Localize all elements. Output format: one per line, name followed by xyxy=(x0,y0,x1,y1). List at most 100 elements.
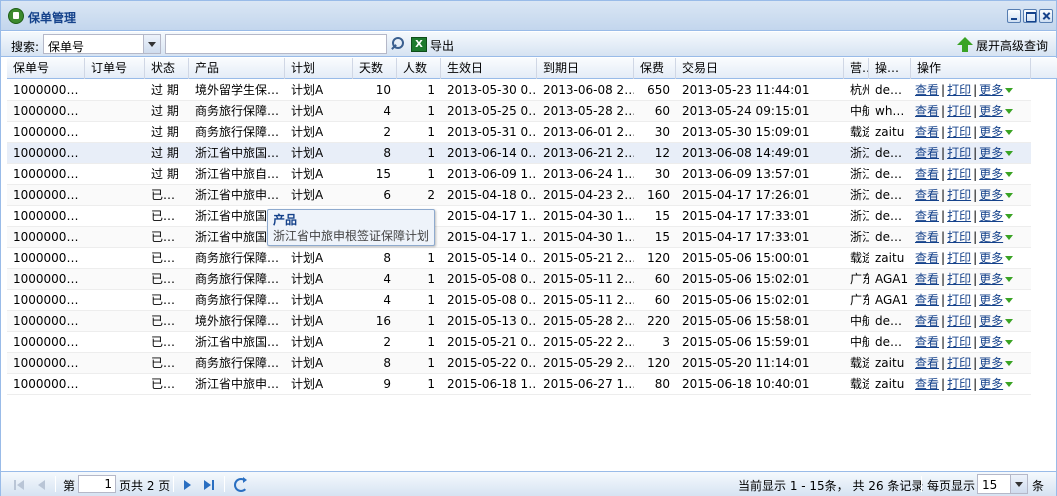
caret-down-icon[interactable] xyxy=(1005,340,1014,345)
caret-down-icon[interactable] xyxy=(1005,172,1014,177)
col-trade-date-header[interactable]: 交易日 xyxy=(676,58,844,79)
more-link[interactable]: 更多 xyxy=(979,314,1003,328)
more-link[interactable]: 更多 xyxy=(979,356,1003,370)
view-link[interactable]: 查看 xyxy=(915,335,939,349)
caret-down-icon[interactable] xyxy=(1005,88,1014,93)
chevron-down-icon[interactable] xyxy=(143,35,160,53)
caret-down-icon[interactable] xyxy=(1005,382,1014,387)
search-field-select[interactable]: 保单号 xyxy=(43,34,161,54)
print-link[interactable]: 打印 xyxy=(947,377,971,391)
table-row[interactable]: 1000000… 过 期 浙江省中旅自… 计划A 15 1 2013-06-09 1… 201… xyxy=(7,164,1031,185)
col-order-no-header[interactable]: 订单号 xyxy=(85,58,145,79)
more-link[interactable]: 更多 xyxy=(979,230,1003,244)
col-fee-header[interactable]: 保费 xyxy=(634,58,676,79)
view-link[interactable]: 查看 xyxy=(915,251,939,265)
print-link[interactable]: 打印 xyxy=(947,167,971,181)
more-link[interactable]: 更多 xyxy=(979,293,1003,307)
table-row[interactable]: 1000000… 过 期 商务旅行保障… 计划A 2 1 2013-05-31 0… 2013… xyxy=(7,122,1031,143)
caret-down-icon[interactable] xyxy=(1005,214,1014,219)
print-link[interactable]: 打印 xyxy=(947,230,971,244)
view-link[interactable]: 查看 xyxy=(915,230,939,244)
more-link[interactable]: 更多 xyxy=(979,146,1003,160)
table-row[interactable]: 1000000… 已… 商务旅行保障… 计划A 4 1 2015-05-08 0… 2015-… xyxy=(7,290,1031,311)
print-link[interactable]: 打印 xyxy=(947,335,971,349)
close-button[interactable] xyxy=(1039,9,1053,23)
print-link[interactable]: 打印 xyxy=(947,314,971,328)
col-end-date-header[interactable]: 到期日 xyxy=(537,58,634,79)
more-link[interactable]: 更多 xyxy=(979,125,1003,139)
next-page-icon[interactable] xyxy=(181,477,195,491)
view-link[interactable]: 查看 xyxy=(915,293,939,307)
table-row[interactable]: 1000000… 已… 商务旅行保障… 计划A 8 1 2015-05-22 0… 2015-… xyxy=(7,353,1031,374)
more-link[interactable]: 更多 xyxy=(979,377,1003,391)
col-operator-header[interactable]: 操… xyxy=(869,58,911,79)
col-org-header[interactable]: 营… xyxy=(844,58,869,79)
caret-down-icon[interactable] xyxy=(1005,361,1014,366)
more-link[interactable]: 更多 xyxy=(979,251,1003,265)
chevron-down-icon[interactable] xyxy=(1010,475,1027,493)
table-row[interactable]: 1000000… 已… 浙江省中旅国… 计划A 2 1 2015-05-21 0… 2015-… xyxy=(7,332,1031,353)
table-row[interactable]: 1000000… 已… 商务旅行保障… 计划A 8 1 2015-05-14 0… 2015-… xyxy=(7,248,1031,269)
col-start-date-header[interactable]: 生效日 xyxy=(441,58,537,79)
table-row[interactable]: 1000000… 已… 浙江省中旅申… 计划A 6 2 2015-04-18 0… 2015-… xyxy=(7,185,1031,206)
col-people-header[interactable]: 人数 xyxy=(397,58,441,79)
view-link[interactable]: 查看 xyxy=(915,125,939,139)
print-link[interactable]: 打印 xyxy=(947,146,971,160)
more-link[interactable]: 更多 xyxy=(979,83,1003,97)
view-link[interactable]: 查看 xyxy=(915,188,939,202)
view-link[interactable]: 查看 xyxy=(915,314,939,328)
page-number-input[interactable] xyxy=(78,475,116,493)
table-row[interactable]: 1000000… 已… 浙江省中旅国 2015-04-17 1… 2015-04-30 … xyxy=(7,227,1031,248)
view-link[interactable]: 查看 xyxy=(915,83,939,97)
print-link[interactable]: 打印 xyxy=(947,209,971,223)
table-row[interactable]: 1000000… 已… 浙江省中旅国 2015-04-17 1… 2015-04-30 … xyxy=(7,206,1031,227)
col-days-header[interactable]: 天数 xyxy=(353,58,397,79)
table-row[interactable]: 1000000… 过 期 境外留学生保… 计划A 10 1 2013-05-30 0… 201… xyxy=(7,80,1031,101)
caret-down-icon[interactable] xyxy=(1005,193,1014,198)
col-plan-header[interactable]: 计划 xyxy=(285,58,353,79)
first-page-icon[interactable] xyxy=(13,477,27,491)
more-link[interactable]: 更多 xyxy=(979,188,1003,202)
more-link[interactable]: 更多 xyxy=(979,104,1003,118)
more-link[interactable]: 更多 xyxy=(979,335,1003,349)
table-row[interactable]: 1000000… 已… 浙江省中旅申… 计划A 9 1 2015-06-18 1… 2015-… xyxy=(7,374,1031,395)
table-row[interactable]: 1000000… 已… 境外旅行保障… 计划A 16 1 2015-05-13 0… 2015… xyxy=(7,311,1031,332)
print-link[interactable]: 打印 xyxy=(947,125,971,139)
more-link[interactable]: 更多 xyxy=(979,209,1003,223)
caret-down-icon[interactable] xyxy=(1005,109,1014,114)
table-row[interactable]: 1000000… 过 期 商务旅行保障… 计划A 4 1 2013-05-25 0… 2013… xyxy=(7,101,1031,122)
view-link[interactable]: 查看 xyxy=(915,272,939,286)
caret-down-icon[interactable] xyxy=(1005,256,1014,261)
print-link[interactable]: 打印 xyxy=(947,272,971,286)
last-page-icon[interactable] xyxy=(202,477,216,491)
view-link[interactable]: 查看 xyxy=(915,146,939,160)
caret-down-icon[interactable] xyxy=(1005,277,1014,282)
col-product-header[interactable]: 产品 xyxy=(189,58,285,79)
more-link[interactable]: 更多 xyxy=(979,272,1003,286)
print-link[interactable]: 打印 xyxy=(947,104,971,118)
table-row[interactable]: 1000000… 过 期 浙江省中旅国… 计划A 8 1 2013-06-14 0… 2013… xyxy=(7,143,1031,164)
view-link[interactable]: 查看 xyxy=(915,209,939,223)
print-link[interactable]: 打印 xyxy=(947,293,971,307)
view-link[interactable]: 查看 xyxy=(915,167,939,181)
table-row[interactable]: 1000000… 已… 商务旅行保障… 计划A 4 1 2015-05-08 0… 2015-… xyxy=(7,269,1031,290)
caret-down-icon[interactable] xyxy=(1005,130,1014,135)
col-status-header[interactable]: 状态 xyxy=(145,58,189,79)
prev-page-icon[interactable] xyxy=(35,477,49,491)
caret-down-icon[interactable] xyxy=(1005,298,1014,303)
more-link[interactable]: 更多 xyxy=(979,167,1003,181)
caret-down-icon[interactable] xyxy=(1005,235,1014,240)
search-input[interactable] xyxy=(165,34,387,54)
minimize-button[interactable] xyxy=(1007,9,1021,23)
print-link[interactable]: 打印 xyxy=(947,356,971,370)
refresh-icon[interactable] xyxy=(232,476,248,492)
caret-down-icon[interactable] xyxy=(1005,151,1014,156)
view-link[interactable]: 查看 xyxy=(915,356,939,370)
per-page-select[interactable]: 15 xyxy=(977,474,1028,494)
print-link[interactable]: 打印 xyxy=(947,83,971,97)
col-policy-no-header[interactable]: 保单号 xyxy=(7,58,85,79)
print-link[interactable]: 打印 xyxy=(947,251,971,265)
col-actions-header[interactable]: 操作 xyxy=(911,58,1031,79)
search-icon[interactable] xyxy=(388,35,405,53)
print-link[interactable]: 打印 xyxy=(947,188,971,202)
